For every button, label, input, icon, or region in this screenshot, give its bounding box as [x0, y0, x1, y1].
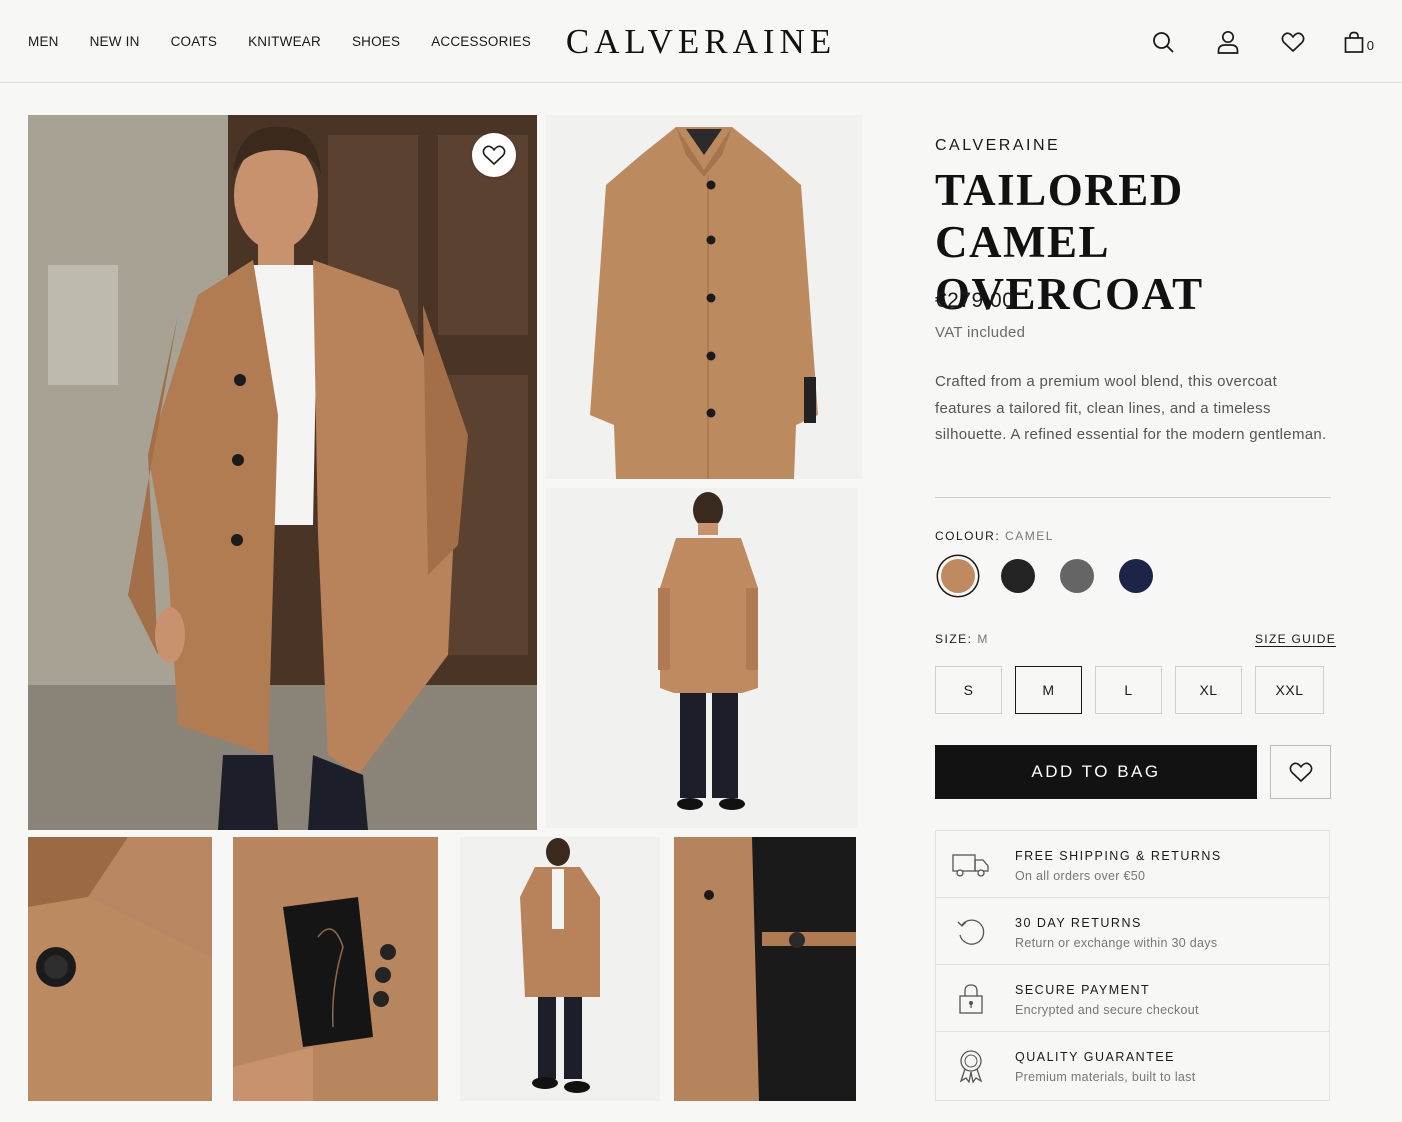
nav-accessories[interactable]: ACCESSORIES — [431, 34, 531, 49]
benefit-returns: 30 DAY RETURNS Return or exchange within… — [936, 898, 1329, 965]
search-icon[interactable] — [1149, 28, 1177, 56]
heart-icon — [1289, 762, 1312, 782]
benefit-title: SECURE PAYMENT — [1015, 983, 1151, 997]
nav-knitwear[interactable]: KNITWEAR — [248, 34, 321, 49]
divider — [935, 497, 1331, 498]
benefit-secure-payment: SECURE PAYMENT Encrypted and secure chec… — [936, 965, 1329, 1032]
bag-count: 0 — [1366, 37, 1374, 53]
colour-swatches — [937, 559, 1178, 593]
benefit-subtitle: Encrypted and secure checkout — [1015, 1003, 1199, 1017]
size-option-xl[interactable]: XL — [1175, 666, 1242, 714]
product-brand[interactable]: CALVERAINE — [935, 137, 1060, 155]
size-selector: S M L XL XXL — [935, 666, 1324, 714]
benefit-title: 30 DAY RETURNS — [1015, 916, 1142, 930]
swatch-navy[interactable] — [1119, 559, 1153, 593]
add-to-wishlist-button[interactable] — [1270, 745, 1331, 799]
product-image-main[interactable] — [28, 115, 537, 830]
return-icon — [952, 916, 990, 948]
nav-new-in[interactable]: NEW IN — [90, 34, 140, 49]
vat-note: VAT included — [935, 324, 1026, 341]
size-selected: M — [977, 632, 989, 646]
benefit-shipping: FREE SHIPPING & RETURNS On all orders ov… — [936, 831, 1329, 898]
swatch-grey[interactable] — [1060, 559, 1094, 593]
image-favorite-button[interactable] — [472, 133, 516, 177]
benefit-quality: QUALITY GUARANTEE Premium materials, bui… — [936, 1032, 1329, 1100]
brand-logo[interactable]: CALVERAINE — [566, 22, 836, 61]
colour-selected: CAMEL — [1005, 529, 1054, 543]
bag-icon[interactable]: 0 — [1344, 28, 1374, 56]
add-to-bag-button[interactable]: ADD TO BAG — [935, 745, 1257, 799]
product-image-collar-detail[interactable] — [28, 837, 212, 1101]
benefit-subtitle: Return or exchange within 30 days — [1015, 936, 1218, 950]
nav-coats[interactable]: COATS — [171, 34, 218, 49]
product-price: €279,00 — [935, 289, 1015, 312]
award-icon — [952, 1050, 990, 1083]
wishlist-icon[interactable] — [1279, 28, 1307, 56]
product-image-front[interactable] — [546, 115, 862, 479]
benefit-title: FREE SHIPPING & RETURNS — [1015, 849, 1222, 863]
product-benefits: FREE SHIPPING & RETURNS On all orders ov… — [935, 830, 1330, 1101]
product-image-lining-detail[interactable] — [674, 837, 856, 1101]
nav-men[interactable]: MEN — [28, 34, 59, 49]
product-description: Crafted from a premium wool blend, this … — [935, 373, 1327, 443]
swatch-black[interactable] — [1001, 559, 1035, 593]
truck-icon — [952, 849, 990, 881]
product-image-full-model[interactable] — [460, 837, 660, 1101]
benefit-title: QUALITY GUARANTEE — [1015, 1050, 1176, 1064]
nav-shoes[interactable]: SHOES — [352, 34, 400, 49]
account-icon[interactable] — [1214, 28, 1242, 56]
lock-icon — [952, 983, 990, 1015]
main-nav: MEN NEW IN COATS KNITWEAR SHOES ACCESSOR… — [28, 34, 562, 49]
header-actions: 0 — [1112, 28, 1374, 56]
colour-label: COLOUR: CAMEL — [935, 529, 1054, 543]
site-header: MEN NEW IN COATS KNITWEAR SHOES ACCESSOR… — [0, 0, 1402, 83]
size-guide-link[interactable]: SIZE GUIDE — [1255, 632, 1336, 646]
size-option-m[interactable]: M — [1015, 666, 1082, 714]
benefit-subtitle: Premium materials, built to last — [1015, 1070, 1196, 1084]
benefit-subtitle: On all orders over €50 — [1015, 869, 1146, 883]
product-image-sleeve-detail[interactable] — [233, 837, 438, 1101]
size-option-xxl[interactable]: XXL — [1255, 666, 1324, 714]
size-label: SIZE: M — [935, 632, 989, 646]
product-image-back[interactable] — [546, 488, 858, 828]
size-option-l[interactable]: L — [1095, 666, 1162, 714]
size-option-s[interactable]: S — [935, 666, 1002, 714]
swatch-camel[interactable] — [941, 559, 975, 593]
